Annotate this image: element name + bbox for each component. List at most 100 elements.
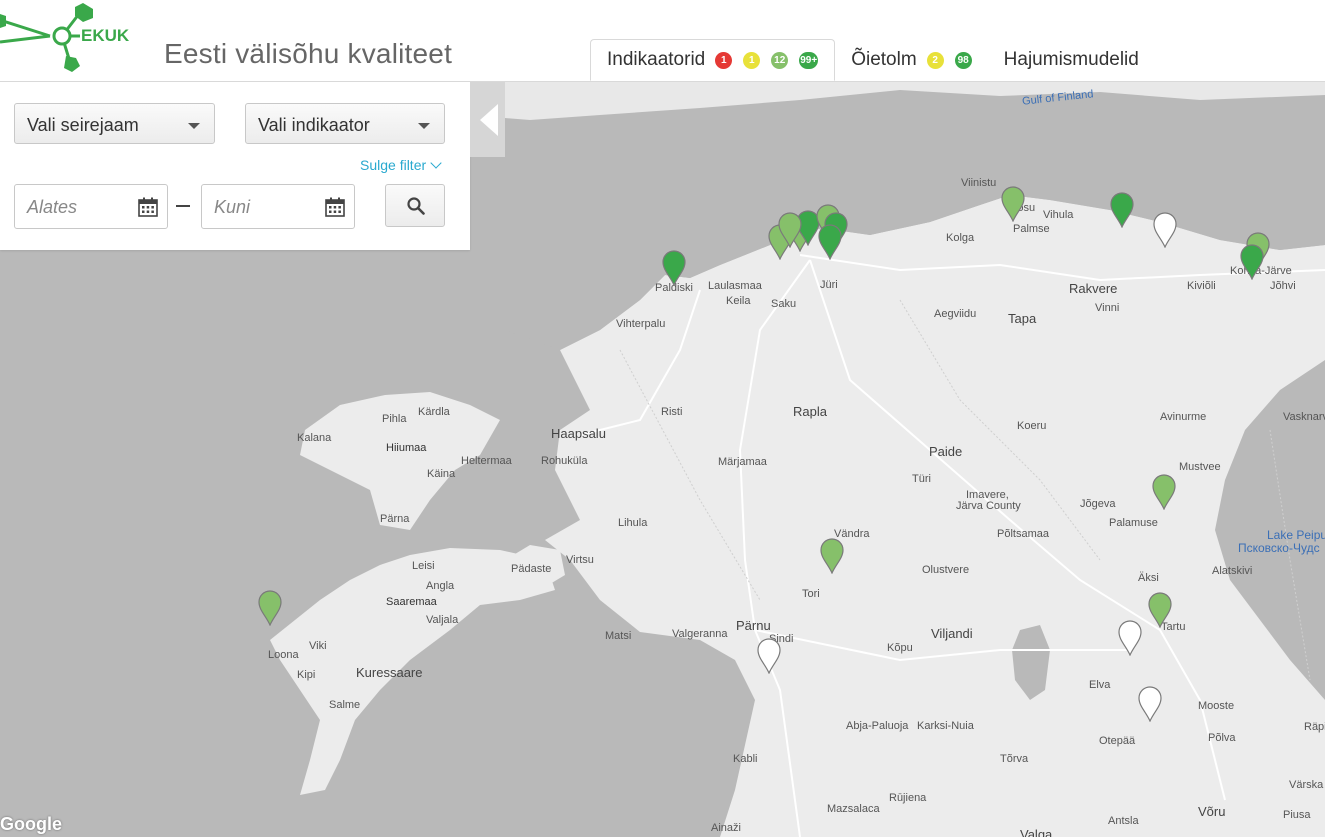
- map-label: Värska: [1289, 779, 1324, 791]
- map-label: Järva County: [956, 500, 1021, 512]
- map-label: Keila: [726, 295, 751, 307]
- station-marker-icon[interactable]: [1239, 244, 1265, 280]
- date-to-placeholder: Kuni: [214, 197, 251, 217]
- map-label: Viljandi: [931, 626, 973, 641]
- calendar-icon[interactable]: [138, 197, 158, 217]
- tab-hajumismudelid[interactable]: Hajumismudelid: [988, 39, 1155, 81]
- map-label: Otepää: [1099, 735, 1136, 747]
- logo[interactable]: EKUK: [0, 0, 130, 80]
- close-filter-label: Sulge filter: [360, 157, 427, 173]
- tab-oietolm[interactable]: Õietolm 2 98: [835, 39, 987, 81]
- map-label: Risti: [661, 406, 683, 418]
- map-label: Saku: [771, 298, 797, 310]
- map-label: Viinistu: [961, 177, 997, 189]
- map-label: Lake Peipus: [1267, 528, 1325, 542]
- map-label: Mazsalaca: [827, 803, 880, 815]
- map-label: Võru: [1198, 804, 1226, 819]
- map-label: Märjamaa: [718, 456, 767, 468]
- map-label: Heltermaa: [461, 455, 512, 467]
- map-label: Jõhvi: [1270, 280, 1296, 292]
- map-label: Rapla: [793, 404, 827, 419]
- map-label: Avinurme: [1160, 411, 1207, 423]
- map-label: Kalana: [297, 432, 332, 444]
- map-label: Paide: [929, 444, 963, 459]
- caret-down-icon: [188, 123, 200, 129]
- map-label: Pärna: [380, 513, 410, 525]
- page-title: Eesti välisõhu kvaliteet: [164, 38, 453, 69]
- map-label: Räpina: [1304, 721, 1325, 733]
- station-marker-icon[interactable]: [1152, 212, 1178, 248]
- date-from-placeholder: Alates: [27, 197, 78, 217]
- chevron-down-icon: [430, 157, 442, 169]
- map-label: Lihula: [618, 517, 648, 529]
- badge-yellow: 2: [926, 51, 944, 69]
- map-label: Leisi: [412, 560, 435, 572]
- search-button[interactable]: [385, 184, 445, 227]
- badge-green: 98: [954, 51, 972, 69]
- map-label: Palmse: [1013, 223, 1050, 235]
- logo-text: EKUK: [81, 26, 130, 45]
- station-marker-icon[interactable]: [819, 538, 845, 574]
- map-label: Tõrva: [1000, 753, 1029, 765]
- map-label: Pärnu: [736, 618, 771, 633]
- tab-label: Indikaatorid: [607, 49, 706, 70]
- collapse-panel-button[interactable]: [470, 82, 505, 157]
- map-label: Äksi: [1138, 572, 1159, 584]
- map-label: Hiiumaa: [386, 442, 427, 454]
- map-label: Ainaži: [711, 822, 741, 834]
- map-label: Angla: [426, 580, 455, 592]
- station-marker-icon[interactable]: [1147, 592, 1173, 628]
- map-label: Virtsu: [566, 554, 594, 566]
- map-label: Türi: [912, 473, 931, 485]
- map-label: Vinni: [1095, 302, 1120, 314]
- map-label: Loona: [268, 649, 299, 661]
- station-select[interactable]: Vali seirejaam: [14, 103, 215, 144]
- map-label: Elva: [1089, 679, 1111, 691]
- app-header: EKUK Eesti välisõhu kvaliteet Indikaator…: [0, 0, 1325, 82]
- map-label: Salme: [329, 699, 361, 711]
- station-marker-icon[interactable]: [756, 638, 782, 674]
- tab-indikaatorid[interactable]: Indikaatorid 1 1 12 99+: [590, 39, 836, 81]
- main-tabs: Indikaatorid 1 1 12 99+ Õietolm 2 98 Haj…: [590, 39, 1155, 81]
- map-label: Abja-Paluoja: [846, 720, 909, 732]
- date-to-field[interactable]: Kuni: [201, 184, 355, 229]
- map-label: Põltsamaa: [997, 528, 1049, 540]
- station-marker-icon[interactable]: [1151, 474, 1177, 510]
- station-marker-icon[interactable]: [1109, 192, 1135, 228]
- indicator-select[interactable]: Vali indikaator: [245, 103, 445, 144]
- map-label: Saaremaa: [386, 596, 437, 608]
- map-label: Valjala: [426, 614, 459, 626]
- map-label: Rakvere: [1069, 281, 1118, 296]
- map-label: Kuressaare: [356, 665, 423, 680]
- station-marker-icon[interactable]: [257, 590, 283, 626]
- map-label: Alatskivi: [1212, 565, 1253, 577]
- map-label: Laulasmaa: [708, 280, 762, 292]
- search-icon: [407, 197, 425, 215]
- badge-green: 99+: [799, 51, 819, 69]
- close-filter-link[interactable]: Sulge filter: [360, 157, 442, 173]
- badge-yellow: 1: [743, 51, 761, 69]
- station-marker-icon[interactable]: [1117, 620, 1143, 656]
- station-marker-icon[interactable]: [777, 212, 803, 248]
- map-label: Rūjiena: [889, 792, 927, 804]
- map-label: Kolga: [946, 232, 975, 244]
- map-label: Tori: [802, 588, 820, 600]
- date-from-field[interactable]: Alates: [14, 184, 168, 229]
- station-marker-icon[interactable]: [1000, 186, 1026, 222]
- map-label: Mustvee: [1179, 461, 1221, 473]
- map-label: Haapsalu: [551, 426, 606, 441]
- calendar-icon[interactable]: [325, 197, 345, 217]
- station-marker-icon[interactable]: [817, 224, 843, 260]
- station-marker-icon[interactable]: [1137, 686, 1163, 722]
- station-marker-icon[interactable]: [661, 250, 687, 286]
- map-label: Valgeranna: [672, 628, 728, 640]
- map-label: Viki: [309, 640, 327, 652]
- map-label: Kipi: [297, 669, 316, 681]
- map-label: Mooste: [1198, 700, 1235, 712]
- map-label: Käina: [427, 468, 456, 480]
- map-label: Aegviidu: [934, 308, 977, 320]
- map-label: Valga: [1020, 827, 1053, 837]
- map-label: Kabli: [733, 753, 758, 765]
- map-label: Kiviõli: [1187, 280, 1216, 292]
- caret-down-icon: [418, 123, 430, 129]
